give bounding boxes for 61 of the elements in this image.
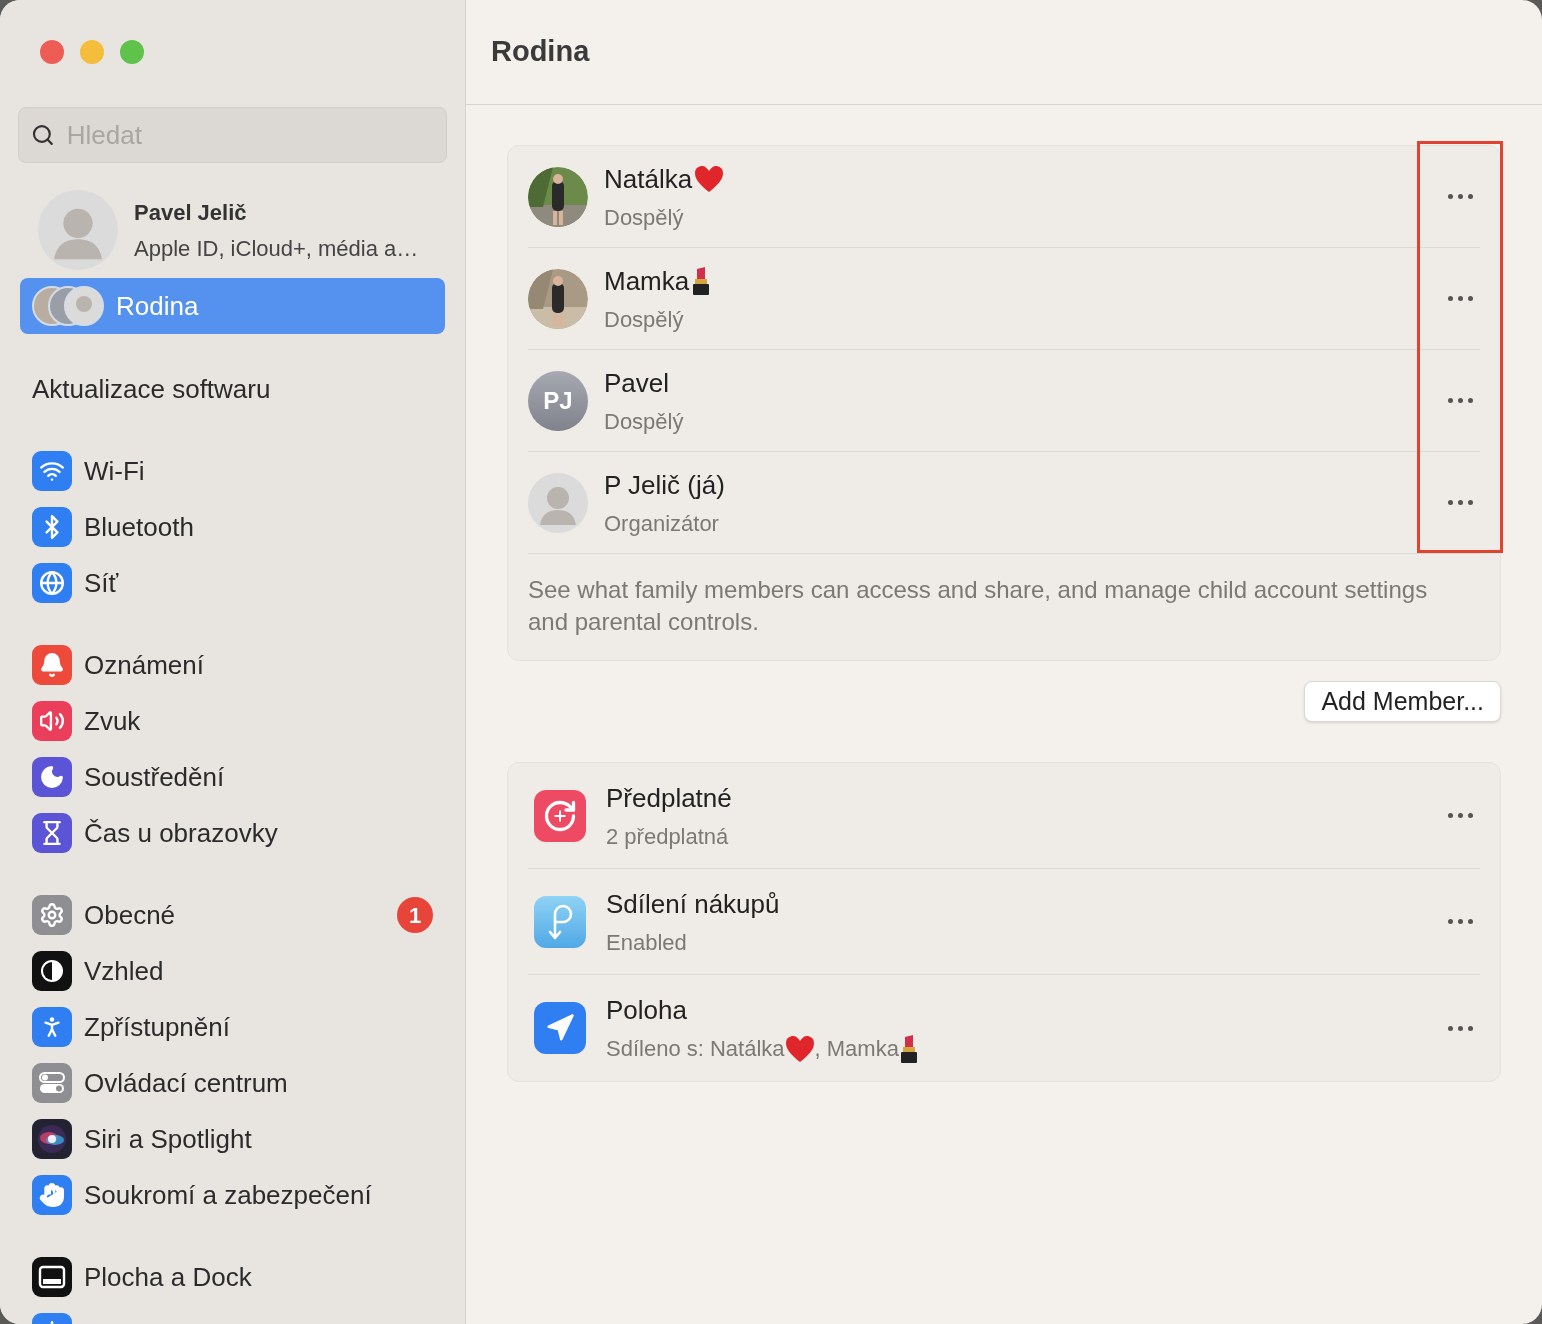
- account-subtitle: Apple ID, iCloud+, média a…: [134, 234, 419, 263]
- sidebar-item[interactable]: Soukromí a zabezpečení: [20, 1167, 445, 1223]
- initials-avatar: PJ: [528, 370, 588, 431]
- sidebar-item[interactable]: Obecné 1: [20, 887, 445, 943]
- purchase-sharing-icon: [534, 895, 586, 948]
- service-subtitle: Enabled: [606, 928, 687, 957]
- dock-icon: [32, 1257, 72, 1297]
- siri-orb-icon: [32, 1119, 72, 1159]
- service-title: Poloha: [606, 994, 688, 1027]
- speaker-icon: [32, 701, 72, 741]
- member-role: Dospělý: [604, 305, 685, 334]
- service-subtitle: , Mamka: [814, 1035, 899, 1063]
- hand-icon: [32, 1175, 72, 1215]
- member-role: Dospělý: [604, 203, 685, 232]
- heart-icon: [784, 1034, 815, 1063]
- sidebar-item[interactable]: Wi-Fi: [20, 443, 445, 499]
- sidebar-item[interactable]: Siri a Spotlight: [20, 1111, 445, 1167]
- wifi-icon: [32, 451, 72, 491]
- gear-icon: [32, 895, 72, 935]
- member-name: Natálka: [604, 162, 693, 196]
- members-description: See what family members can access and share, and manage child account settings and parental controls.: [528, 575, 1429, 637]
- sidebar-item[interactable]: Ovládací centrum: [20, 1055, 445, 1111]
- sidebar-item[interactable]: Síť: [20, 555, 445, 611]
- add-member-button[interactable]: Add Member...: [1304, 681, 1501, 722]
- member-role: Dospělý: [604, 407, 685, 436]
- account-avatar-icon: [38, 190, 118, 270]
- account-name: Pavel Jelič: [134, 198, 248, 227]
- hourglass-icon: [32, 813, 72, 853]
- moon-icon: [32, 757, 72, 797]
- bell-icon: [32, 645, 72, 685]
- member-role: Organizátor: [604, 509, 720, 538]
- service-subtitle: Sdíleno s: Natálka: [606, 1035, 785, 1063]
- sidebar-item[interactable]: Zvuk: [20, 693, 445, 749]
- member-name: Mamka: [604, 264, 690, 298]
- service-title: Sdílení nákupů: [606, 887, 781, 921]
- service-title: Předplatné: [606, 781, 733, 815]
- search-icon: [31, 122, 55, 148]
- sidebar-item[interactable]: Vzhled: [20, 943, 445, 999]
- sidebar-item[interactable]: Aktualizace softwaru: [20, 361, 445, 417]
- toggles-icon: [32, 1063, 72, 1103]
- sidebar-item[interactable]: Plocha a Dock: [20, 1249, 445, 1305]
- close-button[interactable]: [40, 40, 64, 64]
- heart-icon: [694, 165, 725, 193]
- sidebar-item[interactable]: Oznámení: [20, 637, 445, 693]
- sidebar-item[interactable]: Bluetooth: [20, 499, 445, 555]
- accessibility-icon: [32, 1007, 72, 1047]
- member-name: Pavel: [604, 366, 670, 400]
- notification-badge: 1: [397, 897, 433, 933]
- globe-icon: [32, 563, 72, 603]
- page-title: Rodina: [491, 34, 590, 70]
- lipstick-icon: [691, 267, 712, 295]
- member-name: P Jelič (já): [604, 468, 725, 502]
- service-subtitle: 2 předplatná: [606, 822, 729, 851]
- sidebar-item[interactable]: Soustředění: [20, 749, 445, 805]
- avatar-icon: [528, 472, 588, 533]
- bluetooth-icon: [32, 507, 72, 547]
- sidebar-item[interactable]: Čas u obrazovky: [20, 805, 445, 861]
- family-avatars-icon: [32, 286, 104, 326]
- subscriptions-icon: [534, 789, 586, 842]
- sidebar-item[interactable]: Zpřístupnění: [20, 999, 445, 1055]
- lipstick-icon: [898, 1034, 919, 1063]
